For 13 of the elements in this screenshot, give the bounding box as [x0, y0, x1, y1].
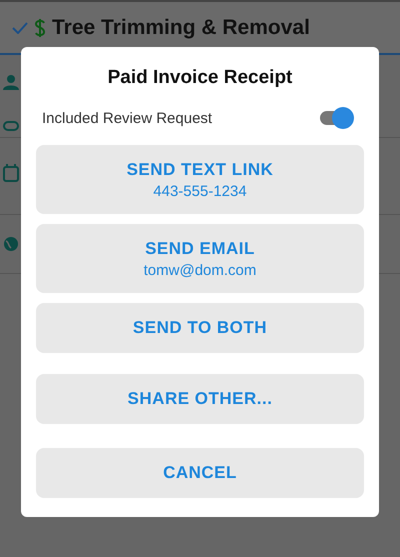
toggle-label: Included Review Request	[42, 110, 212, 126]
person-icon	[3, 74, 19, 90]
action-button[interactable]: SEND TEXT LINK 443-555-1234	[36, 145, 364, 214]
action-button[interactable]: SEND TO BOTH	[36, 303, 364, 353]
globe-icon	[3, 236, 19, 252]
action-button[interactable]: SEND EMAIL tomw@dom.com	[36, 224, 364, 293]
dialog-title: Paid Invoice Receipt	[106, 67, 294, 89]
job-title: Tree Trimming & Removal	[52, 16, 310, 40]
review-toggle[interactable]	[320, 107, 354, 129]
dollar-icon	[34, 18, 46, 38]
calendar-icon	[3, 164, 19, 182]
action-button[interactable]: CANCEL	[36, 448, 364, 498]
action-button[interactable]: SHARE OTHER...	[36, 374, 364, 424]
